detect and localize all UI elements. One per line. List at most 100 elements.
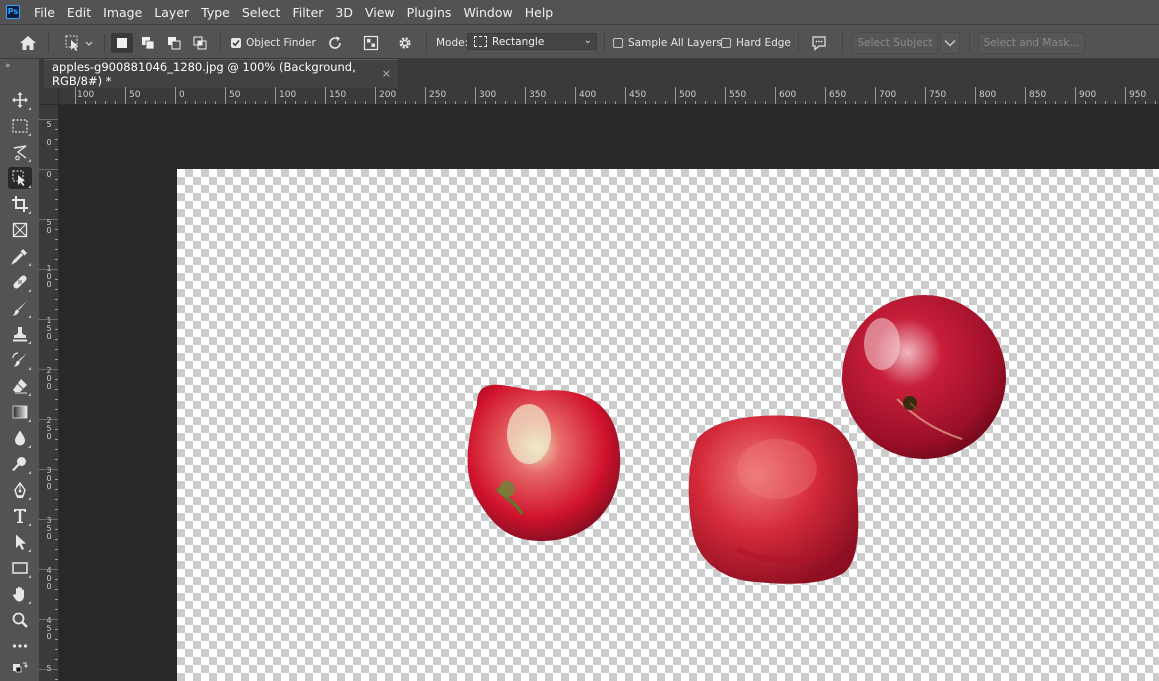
lasso-tool-icon[interactable]: [8, 141, 32, 163]
ruler-tick: [425, 87, 426, 104]
checkbox-unchecked-icon[interactable]: [613, 37, 623, 48]
feedback-icon[interactable]: [808, 33, 830, 53]
tool-preset-picker[interactable]: [60, 33, 96, 53]
ruler-tick: [55, 659, 58, 660]
divider: [48, 33, 49, 53]
ruler-tick: [395, 101, 396, 104]
object-finder-checkbox[interactable]: Object Finder: [231, 25, 316, 60]
settings-gear-icon[interactable]: [394, 33, 416, 53]
ruler-label: 100: [77, 90, 95, 100]
menu-view[interactable]: View: [359, 0, 401, 24]
ruler-tick: [275, 87, 276, 104]
move-tool-icon[interactable]: [8, 89, 32, 111]
ruler-tick: [225, 87, 226, 104]
ruler-tick: [685, 101, 686, 104]
select-subject-dropdown[interactable]: [940, 32, 960, 54]
ruler-tick: [1105, 101, 1106, 104]
checkbox-checked-icon[interactable]: [231, 37, 241, 48]
document-tab[interactable]: apples-g900881046_1280.jpg @ 100% (Backg…: [44, 59, 398, 88]
menu-window[interactable]: Window: [457, 0, 518, 24]
mode-select[interactable]: Rectangle ⌄: [467, 33, 597, 50]
menu-type[interactable]: Type: [195, 0, 236, 24]
collapse-panel-icon[interactable]: »: [5, 61, 10, 71]
ruler-label: 350: [529, 90, 547, 100]
menu-select[interactable]: Select: [236, 0, 287, 24]
vertical-ruler[interactable]: 5 0 0 5 0 1 0 0 1 5 0 2 0 0 2 5 0 3 0 0 …: [39, 105, 59, 681]
dodge-tool-icon[interactable]: [8, 453, 32, 475]
home-icon[interactable]: [17, 33, 39, 53]
menu-filter[interactable]: Filter: [286, 0, 329, 24]
image-canvas[interactable]: [177, 169, 1159, 681]
select-subject-button[interactable]: Select Subject: [852, 32, 938, 54]
ruler-tick: [55, 459, 58, 460]
blur-tool-icon[interactable]: [8, 427, 32, 449]
type-tool-icon[interactable]: [8, 505, 32, 527]
hard-edge-checkbox[interactable]: Hard Edge: [721, 25, 791, 60]
ruler-tick: [715, 101, 716, 104]
select-and-mask-button[interactable]: Select and Mask...: [978, 32, 1085, 54]
ruler-tick: [775, 87, 776, 104]
frame-tool-icon[interactable]: [8, 219, 32, 241]
menu-3d[interactable]: 3D: [329, 0, 359, 24]
ruler-tick: [55, 359, 58, 360]
ruler-tick: [165, 101, 166, 104]
ruler-label: 0: [179, 90, 185, 100]
eraser-tool-icon[interactable]: [8, 375, 32, 397]
new-selection-icon[interactable]: [111, 33, 133, 53]
menu-layer[interactable]: Layer: [148, 0, 195, 24]
ruler-label: 950: [1129, 90, 1147, 100]
zoom-tool-icon[interactable]: [8, 609, 32, 631]
menu-plugins[interactable]: Plugins: [401, 0, 458, 24]
add-to-selection-icon[interactable]: [137, 33, 159, 53]
crop-tool-icon[interactable]: [8, 193, 32, 215]
intersect-selection-icon[interactable]: [189, 33, 211, 53]
subtract-from-selection-icon[interactable]: [163, 33, 185, 53]
ruler-tick: [55, 559, 58, 560]
ruler-tick: [155, 101, 156, 104]
ruler-tick: [835, 101, 836, 104]
ruler-origin[interactable]: [40, 88, 59, 105]
history-brush-tool-icon[interactable]: [8, 349, 32, 371]
ruler-tick: [585, 101, 586, 104]
pen-tool-icon[interactable]: [8, 479, 32, 501]
photoshop-logo-icon[interactable]: Ps: [6, 5, 20, 19]
ruler-tick: [615, 101, 616, 104]
rectangle-tool-icon[interactable]: [8, 557, 32, 579]
edit-toolbar-icon[interactable]: [8, 635, 32, 657]
ruler-tick: [935, 101, 936, 104]
menu-file[interactable]: File: [28, 0, 61, 24]
eyedropper-tool-icon[interactable]: [8, 245, 32, 267]
ruler-tick: [1065, 101, 1066, 104]
hand-tool-icon[interactable]: [8, 583, 32, 605]
rectangular-marquee-tool-icon[interactable]: [8, 115, 32, 137]
ruler-tick: [95, 101, 96, 104]
menu-edit[interactable]: Edit: [61, 0, 97, 24]
gradient-tool-icon[interactable]: [8, 401, 32, 423]
ruler-tick: [55, 479, 58, 480]
menu-help[interactable]: Help: [519, 0, 560, 24]
refresh-icon[interactable]: [324, 33, 346, 53]
brush-tool-icon[interactable]: [8, 297, 32, 319]
checkbox-unchecked-icon[interactable]: [721, 37, 731, 48]
sample-all-layers-checkbox[interactable]: Sample All Layers: [613, 25, 722, 60]
divider: [104, 33, 105, 53]
ruler-tick: [235, 101, 236, 104]
menu-image[interactable]: Image: [97, 0, 148, 24]
ruler-tick: [745, 101, 746, 104]
ruler-tick: [39, 569, 58, 570]
ruler-tick: [335, 101, 336, 104]
show-all-objects-icon[interactable]: [360, 33, 382, 53]
path-selection-tool-icon[interactable]: [8, 531, 32, 553]
close-icon[interactable]: ×: [382, 67, 391, 80]
healing-brush-tool-icon[interactable]: [8, 271, 32, 293]
object-selection-tool-icon[interactable]: [8, 167, 32, 189]
horizontal-ruler[interactable]: 100 50 0 50 100 150 200 250 300 350 400 …: [59, 87, 1159, 105]
ruler-tick: [355, 101, 356, 104]
ruler-label: 600: [779, 90, 797, 100]
clone-stamp-tool-icon[interactable]: [8, 323, 32, 345]
ruler-tick: [945, 101, 946, 104]
ruler-tick: [845, 101, 846, 104]
ruler-tick: [755, 101, 756, 104]
swap-colors-icon[interactable]: [8, 659, 32, 679]
ruler-tick: [185, 101, 186, 104]
